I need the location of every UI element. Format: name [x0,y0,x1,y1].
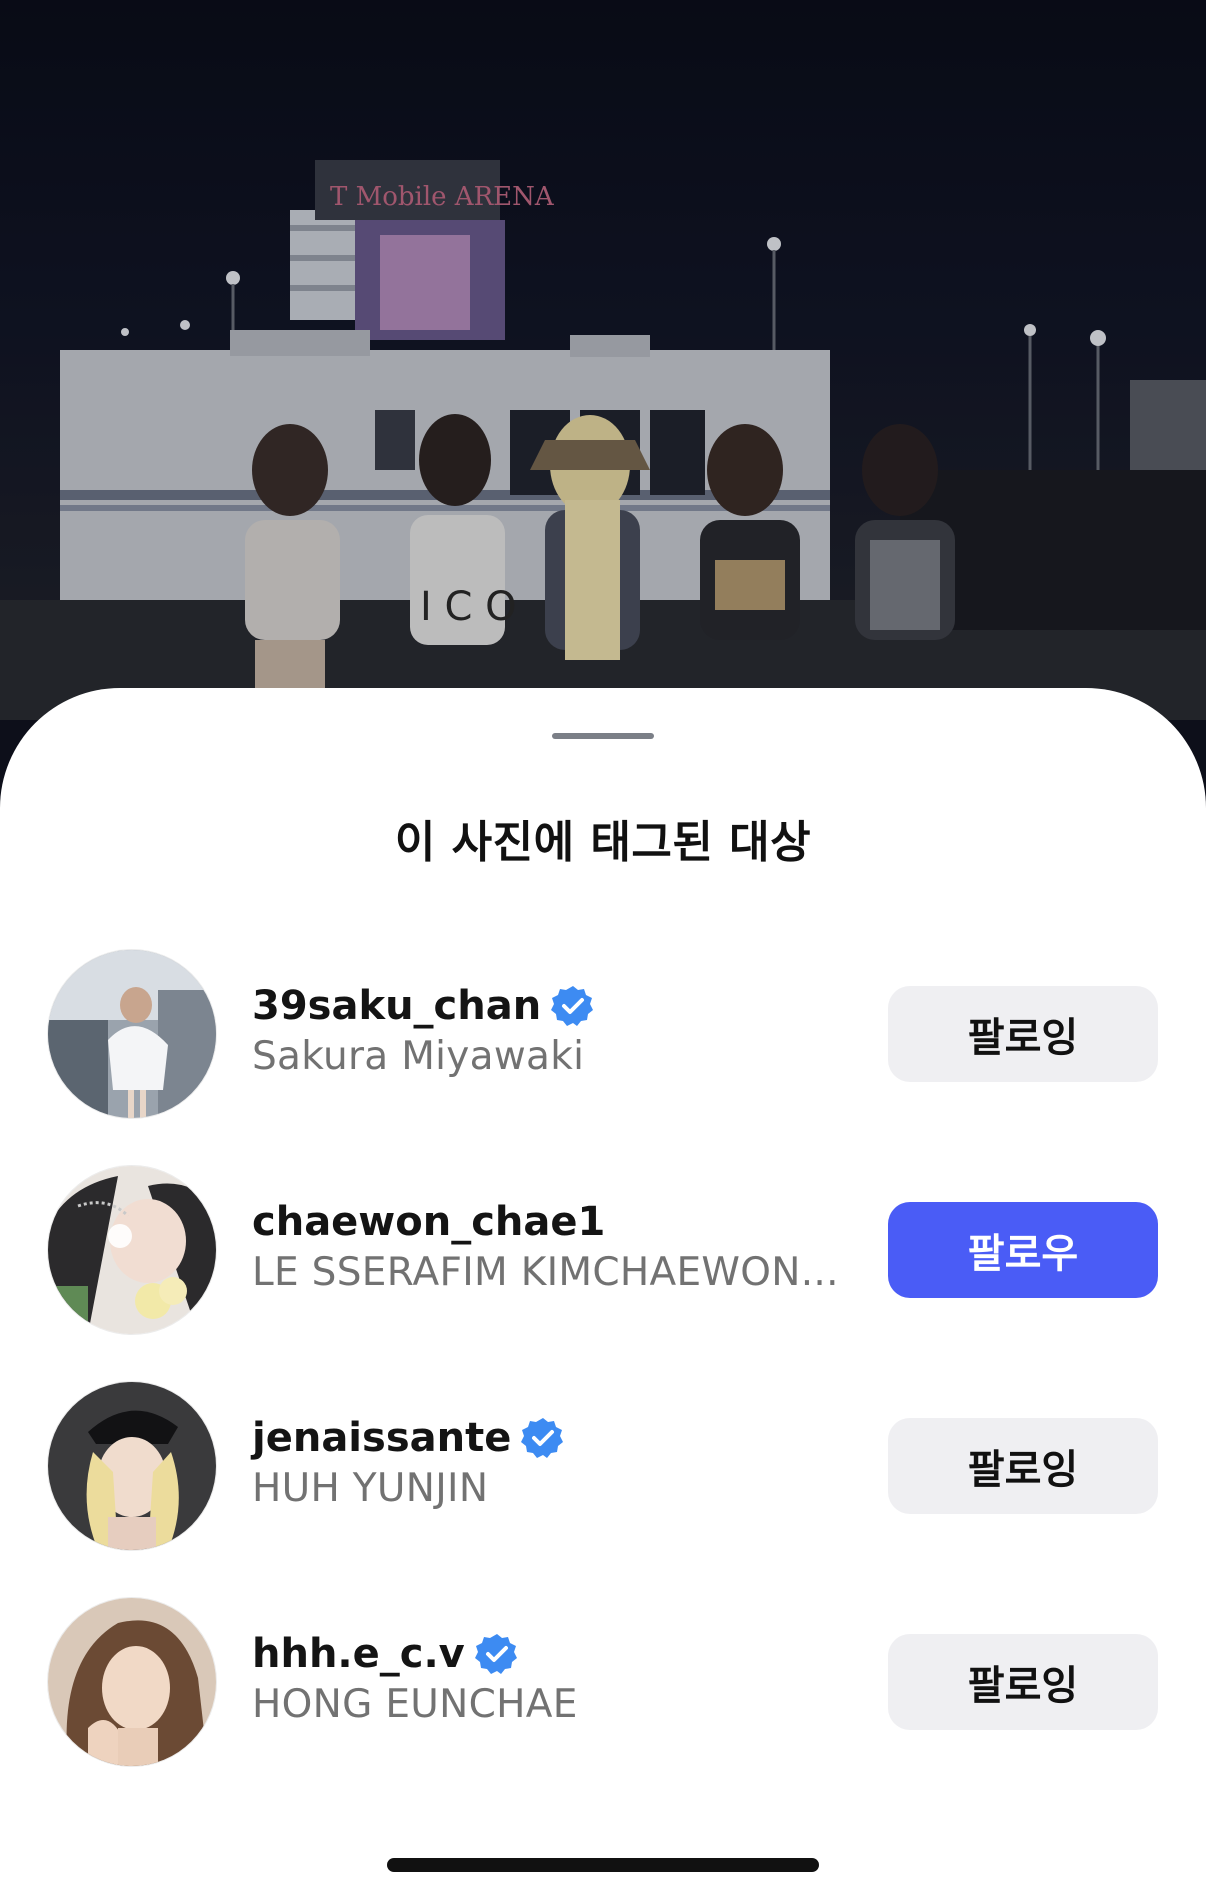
full-name: HUH YUNJIN [252,1466,489,1511]
avatar[interactable] [48,1382,216,1550]
verified-badge-icon [521,1418,564,1458]
avatar-image [48,950,216,1118]
user-text[interactable]: chaewon_chae1 LE SSERAFIM KIMCHAEWON... [252,1194,852,1295]
verified-badge-icon [474,1634,517,1674]
tagged-user-row[interactable]: 39saku_chan Sakura Miyawaki 팔로잉 [0,950,1206,1166]
username[interactable]: 39saku_chan [252,983,541,1029]
sheet-grabber[interactable] [552,733,654,739]
user-text[interactable]: jenaissante HUH YUNJIN [252,1410,852,1511]
full-name: HONG EUNCHAE [252,1682,578,1727]
avatar-image [48,1382,216,1550]
following-button[interactable]: 팔로잉 [888,986,1158,1082]
full-name: LE SSERAFIM KIMCHAEWON... [252,1250,839,1295]
user-text[interactable]: 39saku_chan Sakura Miyawaki [252,978,852,1079]
full-name: Sakura Miyawaki [252,1034,585,1079]
tagged-people-sheet: 이 사진에 태그된 대상 39saku_chan Sakura Miyawaki… [0,688,1206,1895]
avatar[interactable] [48,1598,216,1766]
following-button[interactable]: 팔로잉 [888,1418,1158,1514]
tagged-user-list: 39saku_chan Sakura Miyawaki 팔로잉 chaewon_… [0,950,1206,1814]
tagged-user-row[interactable]: chaewon_chae1 LE SSERAFIM KIMCHAEWON... … [0,1166,1206,1382]
tagged-user-row[interactable]: jenaissante HUH YUNJIN 팔로잉 [0,1382,1206,1598]
username[interactable]: hhh.e_c.v [252,1631,465,1677]
avatar[interactable] [48,1166,216,1334]
avatar-image [48,1598,216,1766]
user-text[interactable]: hhh.e_c.v HONG EUNCHAE [252,1626,852,1727]
photo-dim-overlay [0,0,1206,720]
follow-button[interactable]: 팔로우 [888,1202,1158,1298]
avatar-image [48,1166,216,1334]
verified-badge-icon [551,986,594,1026]
avatar[interactable] [48,950,216,1118]
username[interactable]: jenaissante [252,1415,511,1461]
following-button[interactable]: 팔로잉 [888,1634,1158,1730]
home-indicator[interactable] [387,1858,819,1872]
username[interactable]: chaewon_chae1 [252,1199,605,1245]
sheet-title: 이 사진에 태그된 대상 [394,817,812,868]
tagged-user-row[interactable]: hhh.e_c.v HONG EUNCHAE 팔로잉 [0,1598,1206,1814]
tagged-photo: T Mobile ARENA I C O [0,0,1206,720]
